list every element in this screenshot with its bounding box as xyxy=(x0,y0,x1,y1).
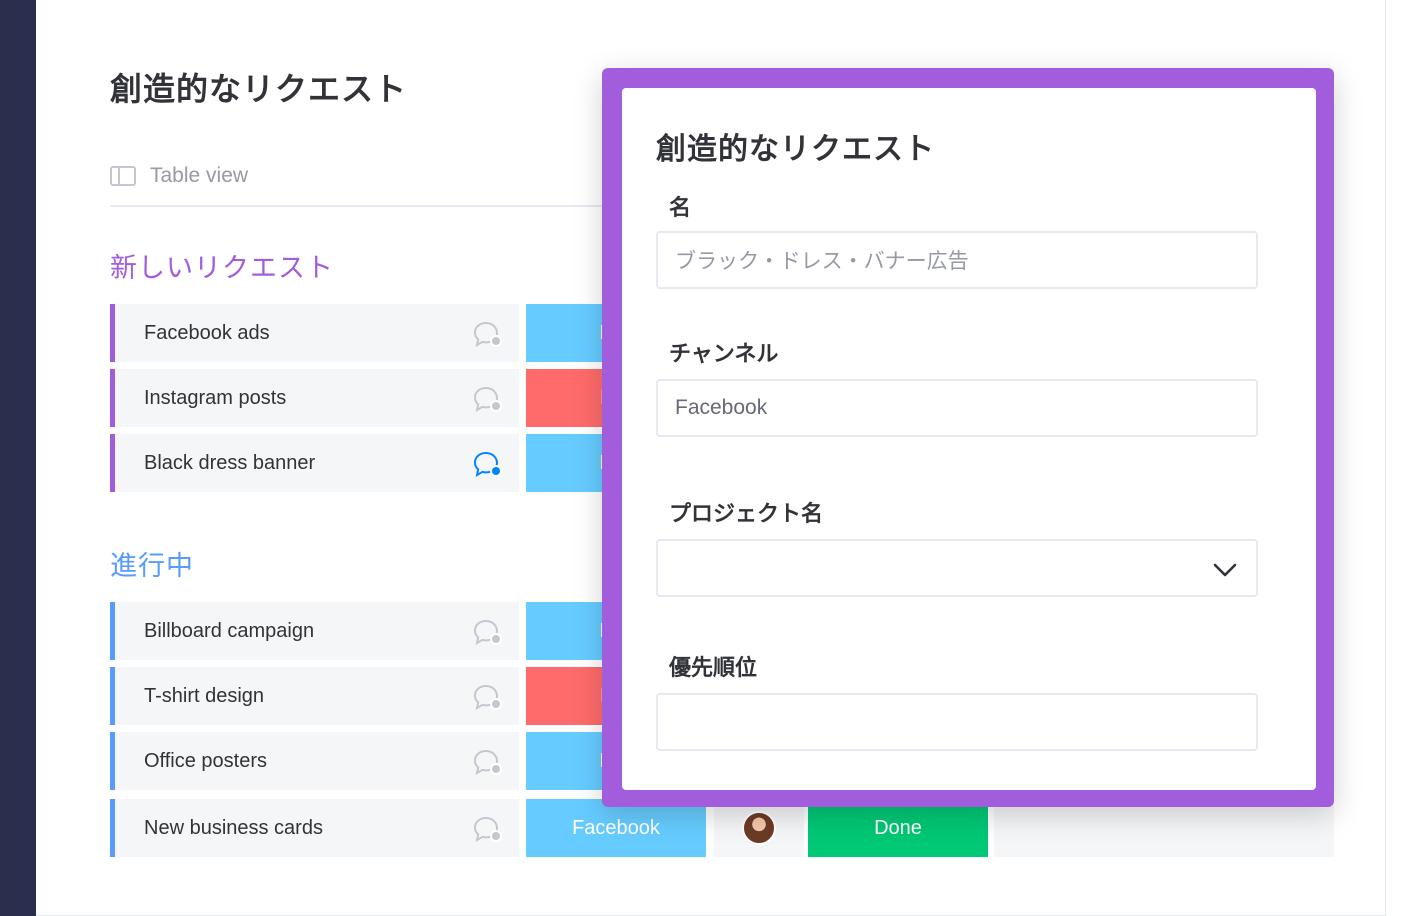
item-name[interactable]: Instagram posts xyxy=(115,369,519,427)
table-view-icon xyxy=(110,166,136,186)
channel-input[interactable]: Facebook xyxy=(656,379,1258,437)
chat-bubble-icon[interactable] xyxy=(472,815,502,843)
tab-divider xyxy=(110,205,630,207)
channel-field-label: チャンネル xyxy=(669,342,779,367)
status-cell[interactable]: Done xyxy=(808,799,988,857)
chat-bubble-icon[interactable] xyxy=(472,385,502,413)
chat-bubble-icon[interactable] xyxy=(472,320,502,348)
item-name[interactable]: Office posters xyxy=(115,732,519,790)
board-title: 創造的なリクエスト xyxy=(110,70,408,108)
modal-title: 創造的なリクエスト xyxy=(656,132,935,167)
chat-bubble-icon[interactable] xyxy=(472,618,502,646)
group-title-new-requests[interactable]: 新しいリクエスト xyxy=(110,246,334,285)
chevron-down-icon[interactable] xyxy=(1212,557,1238,583)
item-form-modal-frame: 創造的なリクエスト 名 ブラック・ドレス・バナー広告 チャンネル Faceboo… xyxy=(602,68,1334,807)
empty-cell xyxy=(994,799,1334,857)
priority-field-label: 優先順位 xyxy=(669,656,758,681)
name-input[interactable]: ブラック・ドレス・バナー広告 xyxy=(656,231,1258,289)
name-field-label: 名 xyxy=(669,196,692,221)
chat-bubble-icon[interactable] xyxy=(472,450,502,478)
table-row[interactable]: New business cards Facebook Done xyxy=(110,799,1334,857)
item-name[interactable]: Facebook ads xyxy=(115,304,519,362)
avatar xyxy=(742,811,776,845)
item-name[interactable]: Black dress banner xyxy=(115,434,519,492)
table-view-label: Table view xyxy=(150,164,249,187)
item-name[interactable]: New business cards xyxy=(115,799,519,857)
project-select[interactable] xyxy=(656,539,1258,597)
chat-bubble-icon[interactable] xyxy=(472,683,502,711)
channel-cell[interactable]: Facebook xyxy=(526,799,706,857)
project-field-label: プロジェクト名 xyxy=(669,502,824,527)
item-form-modal: 創造的なリクエスト 名 ブラック・ドレス・バナー広告 チャンネル Faceboo… xyxy=(622,88,1316,790)
item-name[interactable]: Billboard campaign xyxy=(115,602,519,660)
item-name[interactable]: T-shirt design xyxy=(115,667,519,725)
left-sidebar xyxy=(0,0,36,916)
table-view-tab[interactable]: Table view xyxy=(110,160,248,192)
group-title-in-progress[interactable]: 進行中 xyxy=(110,544,194,583)
priority-input[interactable] xyxy=(656,693,1258,751)
person-cell[interactable] xyxy=(714,799,804,857)
chat-bubble-icon[interactable] xyxy=(472,748,502,776)
